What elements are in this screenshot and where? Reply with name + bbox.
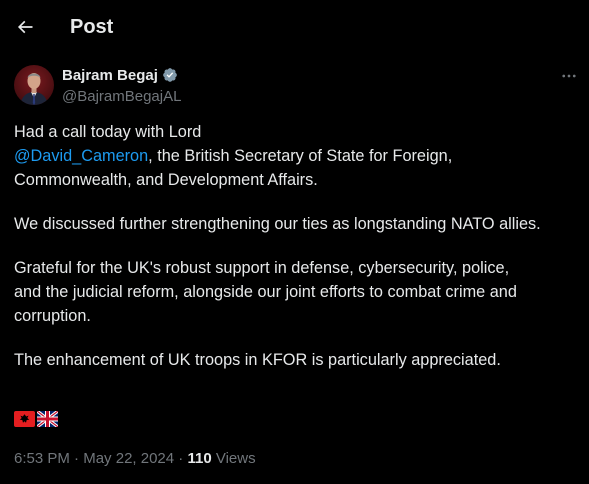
more-options-button[interactable] xyxy=(558,66,580,86)
tweet-text-line: Grateful for the UK's robust support in … xyxy=(14,259,510,277)
tweet-text-line: Commonwealth, and Development Affairs. xyxy=(14,171,318,189)
views-count: 110 xyxy=(187,450,212,467)
uk-flag-icon xyxy=(37,411,58,427)
albania-flag-icon xyxy=(14,411,35,427)
meta-separator: · xyxy=(174,450,188,467)
avatar[interactable] xyxy=(14,65,54,105)
tweet-paragraph-4: The enhancement of UK troops in KFOR is … xyxy=(14,351,501,369)
top-bar: Post xyxy=(0,0,589,56)
more-horizontal-icon xyxy=(562,74,576,78)
tweet-paragraph-1: Had a call today with Lord @David_Camero… xyxy=(14,120,584,192)
meta-separator: · xyxy=(69,450,84,467)
tweet-text-line: corruption. xyxy=(14,307,91,325)
tweet-date[interactable]: May 22, 2024 xyxy=(83,450,174,467)
tweet-paragraph-3: Grateful for the UK's robust support in … xyxy=(14,256,584,328)
flag-emojis xyxy=(14,411,58,427)
arrow-left-icon xyxy=(17,20,33,34)
tweet-text-line: , the British Secretary of State for For… xyxy=(148,147,453,165)
mention-link[interactable]: @David_Cameron xyxy=(14,147,148,165)
author-name-row: Bajram Begaj xyxy=(62,66,178,84)
tweet-text-line: Had a call today with Lord xyxy=(14,123,202,141)
author-name[interactable]: Bajram Begaj xyxy=(62,67,158,84)
tweet-time[interactable]: 6:53 PM xyxy=(14,450,70,467)
tweet-text: Had a call today with Lord @David_Camero… xyxy=(14,120,584,372)
views-label: Views xyxy=(211,450,256,467)
tweet-meta: 6:53 PM · May 22, 2024 · 110 Views xyxy=(14,449,256,469)
page-title: Post xyxy=(70,16,114,38)
tweet-paragraph-2: We discussed further strengthening our t… xyxy=(14,215,541,233)
back-button[interactable] xyxy=(10,12,40,42)
avatar-image xyxy=(14,65,54,105)
verified-badge-icon[interactable] xyxy=(162,67,178,83)
tweet-text-line: and the judicial reform, alongside our j… xyxy=(14,283,517,301)
author-handle[interactable]: @BajramBegajAL xyxy=(62,88,181,105)
